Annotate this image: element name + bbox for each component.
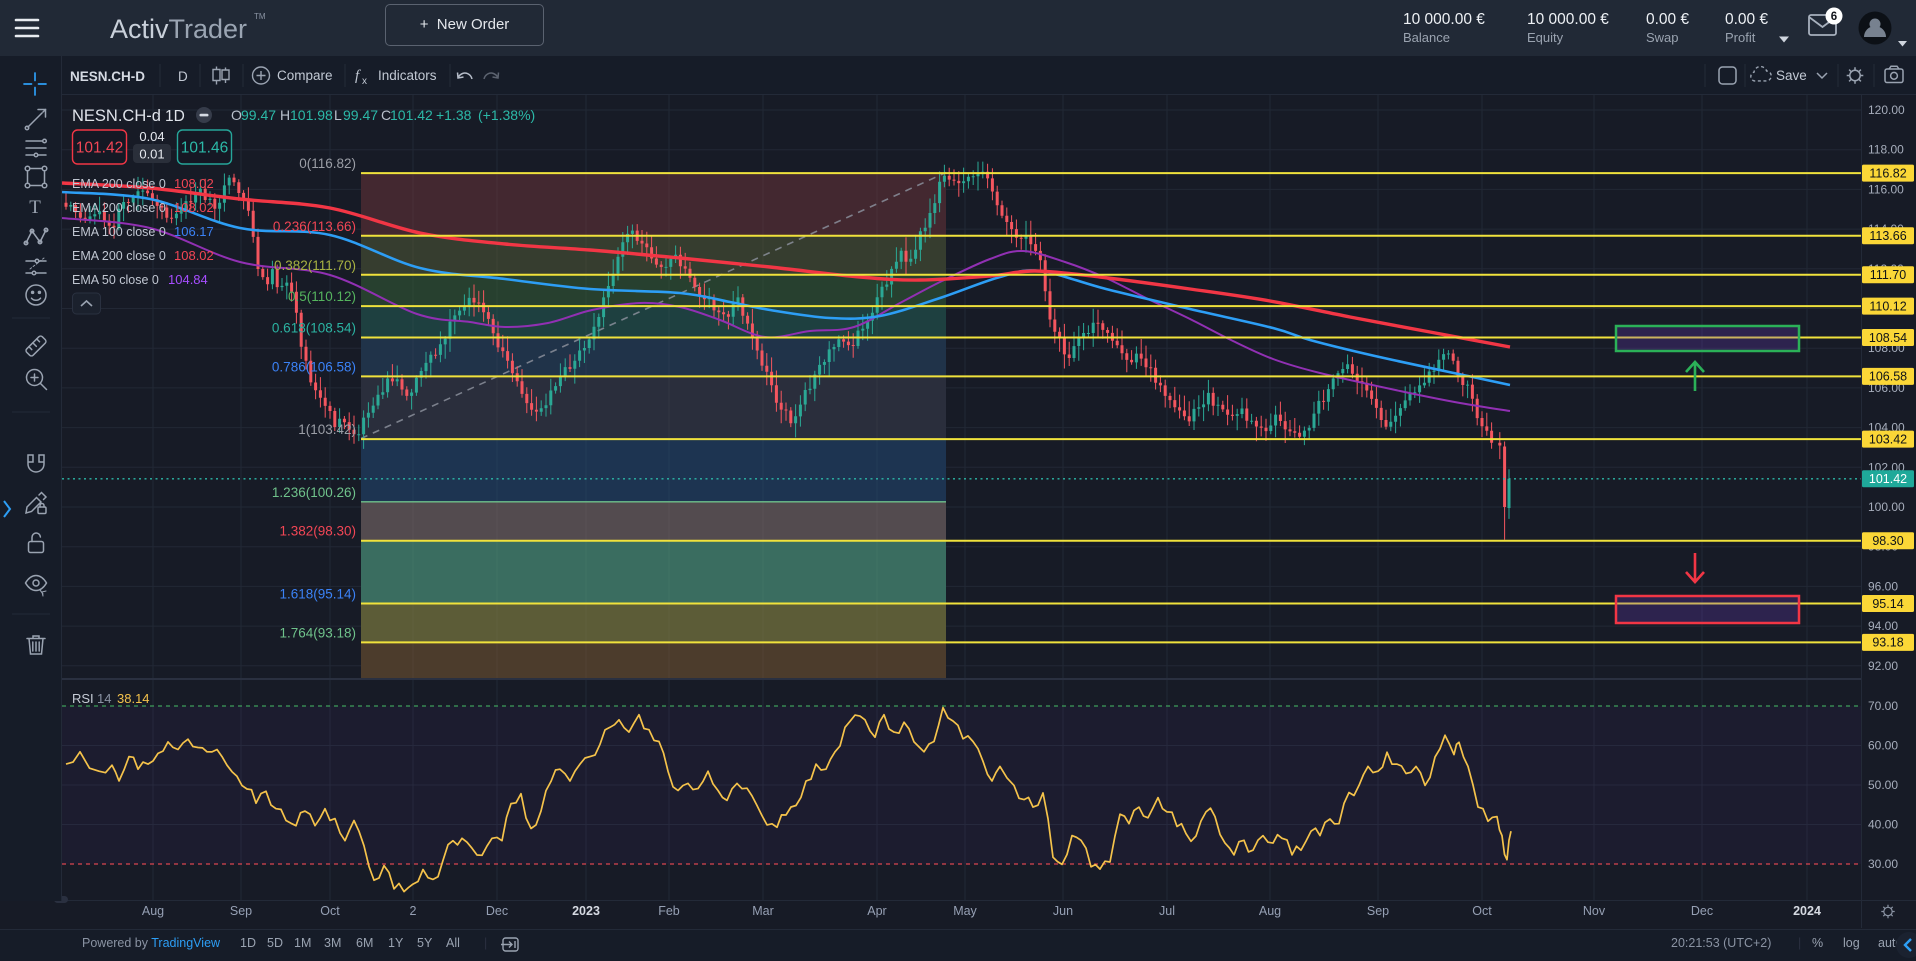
svg-text:Aug: Aug <box>1259 904 1281 918</box>
svg-text:Compare: Compare <box>277 68 333 83</box>
svg-text:EMA 200 close 0: EMA 200 close 0 <box>72 177 166 191</box>
svg-text:118.00: 118.00 <box>1868 143 1904 157</box>
svg-text:108.02: 108.02 <box>174 200 214 215</box>
svg-text:108.54: 108.54 <box>1869 331 1907 345</box>
svg-text:106.17: 106.17 <box>174 224 214 239</box>
svg-text:1.382(98.30): 1.382(98.30) <box>279 524 356 539</box>
svg-text:103.42: 103.42 <box>1869 432 1907 446</box>
svg-text:D: D <box>178 69 188 84</box>
svg-text:1.618(95.14): 1.618(95.14) <box>279 587 356 602</box>
svg-text:Indicators: Indicators <box>378 68 437 83</box>
svg-text:EMA 200 close 0: EMA 200 close 0 <box>72 249 166 263</box>
svg-text:Feb: Feb <box>658 904 680 918</box>
svg-text:·: · <box>156 108 160 123</box>
svg-text:2: 2 <box>410 904 417 918</box>
svg-text:EMA 200 close 0: EMA 200 close 0 <box>72 201 166 215</box>
svg-text:0.618(108.54): 0.618(108.54) <box>272 321 356 336</box>
svg-text:101.42: 101.42 <box>76 140 123 157</box>
svg-text:93.18: 93.18 <box>1872 636 1903 650</box>
svg-text:40.00: 40.00 <box>1868 818 1898 832</box>
svg-text:92.00: 92.00 <box>1868 659 1898 673</box>
svg-text:30.00: 30.00 <box>1868 857 1898 871</box>
svg-text:x: x <box>362 76 367 87</box>
svg-text:Sep: Sep <box>230 904 252 918</box>
svg-text:ActivTrader: ActivTrader <box>110 14 247 44</box>
svg-text:Jul: Jul <box>1159 904 1175 918</box>
svg-text:0.5(110.12): 0.5(110.12) <box>288 289 356 304</box>
svg-text:RSI: RSI <box>72 691 94 706</box>
svg-text:116.00: 116.00 <box>1868 182 1904 196</box>
svg-text:f: f <box>355 68 361 84</box>
svg-text:94.00: 94.00 <box>1868 619 1898 633</box>
svg-text:1D: 1D <box>165 108 185 125</box>
svg-text:1.764(93.18): 1.764(93.18) <box>279 625 356 640</box>
svg-text:0.01: 0.01 <box>139 147 164 162</box>
svg-text:60.00: 60.00 <box>1868 739 1898 753</box>
svg-text:0(116.82): 0(116.82) <box>299 156 356 171</box>
svg-text:Mar: Mar <box>752 904 774 918</box>
svg-text:101.46: 101.46 <box>181 140 228 157</box>
svg-text:2023: 2023 <box>572 904 600 918</box>
svg-text:1(103.42): 1(103.42) <box>298 422 356 437</box>
svg-text:38.14: 38.14 <box>117 691 150 706</box>
svg-text:Nov: Nov <box>1583 904 1606 918</box>
svg-text:L: L <box>334 107 342 123</box>
svg-text:Aug: Aug <box>142 904 164 918</box>
svg-text:T: T <box>29 197 41 218</box>
svg-text:113.66: 113.66 <box>1869 229 1906 243</box>
svg-text:0.04: 0.04 <box>139 129 164 144</box>
svg-text:1.236(100.26): 1.236(100.26) <box>272 485 356 500</box>
svg-text:2024: 2024 <box>1793 904 1821 918</box>
svg-text:0.382(111.70): 0.382(111.70) <box>274 258 356 273</box>
svg-text:0.236(113.66): 0.236(113.66) <box>273 219 356 234</box>
svg-text:96.00: 96.00 <box>1868 579 1898 593</box>
svg-text:Oct: Oct <box>1472 904 1492 918</box>
svg-text:NESN.CH-d: NESN.CH-d <box>72 107 161 125</box>
svg-text:104.84: 104.84 <box>168 272 208 287</box>
svg-text:98.30: 98.30 <box>1872 534 1903 548</box>
svg-text:0.786(106.58): 0.786(106.58) <box>272 359 356 374</box>
svg-text:Dec: Dec <box>486 904 508 918</box>
svg-text:99.47: 99.47 <box>343 107 378 123</box>
svg-text:Dec: Dec <box>1691 904 1713 918</box>
svg-text:95.14: 95.14 <box>1872 597 1903 611</box>
svg-text:+1.38: +1.38 <box>436 107 472 123</box>
svg-text:101.42: 101.42 <box>1869 472 1907 486</box>
svg-text:Save: Save <box>1776 68 1807 83</box>
svg-text:108.02: 108.02 <box>174 176 214 191</box>
svg-text:EMA 50 close 0: EMA 50 close 0 <box>72 273 159 287</box>
svg-text:Jun: Jun <box>1053 904 1073 918</box>
svg-text:H: H <box>280 107 290 123</box>
svg-text:106.58: 106.58 <box>1869 370 1907 384</box>
svg-text:111.70: 111.70 <box>1870 268 1906 282</box>
svg-text:Sep: Sep <box>1367 904 1389 918</box>
svg-text:50.00: 50.00 <box>1868 778 1898 792</box>
svg-text:TM: TM <box>254 12 266 21</box>
svg-text:108.02: 108.02 <box>174 248 214 263</box>
svg-text:(+1.38%): (+1.38%) <box>478 107 535 123</box>
svg-text:Apr: Apr <box>867 904 886 918</box>
svg-text:100.00: 100.00 <box>1868 500 1905 514</box>
svg-text:110.12: 110.12 <box>1869 299 1906 313</box>
svg-text:70.00: 70.00 <box>1868 699 1898 713</box>
svg-text:May: May <box>953 904 977 918</box>
svg-text:14: 14 <box>97 691 111 706</box>
svg-text:EMA 100 close 0: EMA 100 close 0 <box>72 225 166 239</box>
svg-text:116.82: 116.82 <box>1869 166 1906 180</box>
svg-text:101.98: 101.98 <box>290 107 333 123</box>
svg-text:Oct: Oct <box>320 904 340 918</box>
svg-text:6: 6 <box>1831 11 1837 23</box>
svg-text:120.00: 120.00 <box>1868 103 1905 117</box>
svg-text:NESN.CH-D: NESN.CH-D <box>70 69 145 84</box>
svg-text:101.42: 101.42 <box>390 107 433 123</box>
svg-text:99.47: 99.47 <box>241 107 276 123</box>
